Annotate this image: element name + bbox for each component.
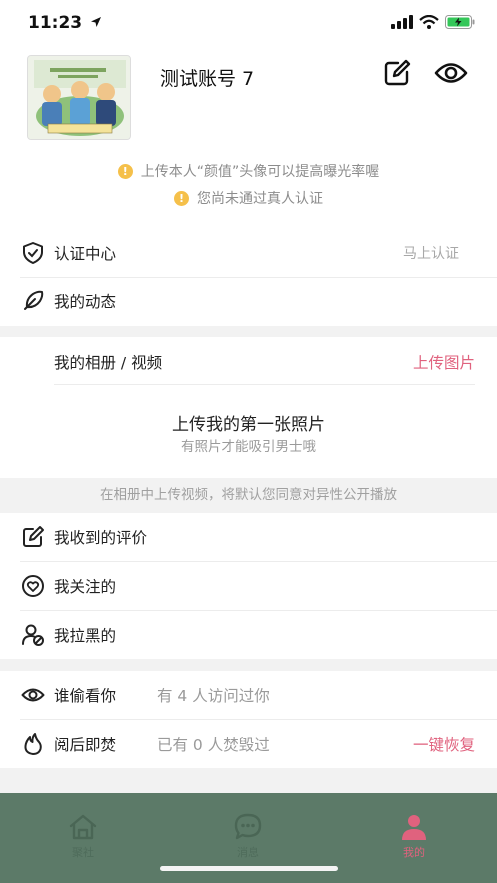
menu-item-label: 认证中心 xyxy=(54,245,117,263)
location-arrow-icon xyxy=(91,17,102,27)
album-empty-title[interactable]: 上传我的第一张照片 xyxy=(0,410,497,435)
section-gap xyxy=(0,659,497,671)
signal-icon xyxy=(391,15,413,29)
menu-item-blocked[interactable]: 我拉黑的 xyxy=(0,611,497,659)
edit-profile-button[interactable] xyxy=(382,58,412,88)
heart-circle-icon xyxy=(20,573,46,599)
video-notice: 在相册中上传视频，将默认您同意对异性公开播放 xyxy=(0,478,497,513)
avatar[interactable] xyxy=(27,55,131,140)
status-time: 11:23 xyxy=(28,13,102,33)
album-title: 我的相册 / 视频 xyxy=(54,354,163,372)
eye-icon xyxy=(20,682,46,708)
tab-home[interactable]: 聚社 xyxy=(43,813,123,860)
menu-item-label: 我关注的 xyxy=(54,578,117,596)
visitor-count: 有 4 人访问过你 xyxy=(157,687,270,705)
battery-icon xyxy=(445,15,475,29)
edit-square-icon xyxy=(20,524,46,550)
verification-tip: ! 您尚未通过真人认证 xyxy=(0,188,497,208)
tab-home-label: 聚社 xyxy=(72,846,94,859)
shield-check-icon xyxy=(20,240,46,266)
avatar-tip-text: 上传本人“颜值”头像可以提高曝光率喔 xyxy=(140,164,380,180)
status-bar: 11:23 xyxy=(0,0,497,48)
user-icon xyxy=(402,815,426,840)
verify-now-link[interactable]: 马上认证 xyxy=(403,243,459,263)
home-icon xyxy=(69,814,97,840)
warning-icon: ! xyxy=(117,164,133,179)
preview-button[interactable] xyxy=(434,58,468,88)
menu-item-label: 阅后即焚 xyxy=(54,736,117,754)
user-block-icon xyxy=(20,622,46,648)
edit-icon xyxy=(384,59,411,86)
menu-item-visitors[interactable]: 谁偷看你 有 4 人访问过你 xyxy=(0,671,497,719)
section-gap xyxy=(0,326,497,337)
menu-item-label: 我收到的评价 xyxy=(54,529,148,547)
menu-item-my-reviews[interactable]: 我收到的评价 xyxy=(0,513,497,561)
avatar-tip: ! 上传本人“颜值”头像可以提高曝光率喔 xyxy=(0,161,497,181)
upload-photo-button[interactable]: 上传图片 xyxy=(413,351,475,373)
profile-header: 测试账号 7 xyxy=(0,48,497,163)
menu-item-following[interactable]: 我关注的 xyxy=(0,562,497,610)
burned-count: 已有 0 人焚毁过 xyxy=(157,736,270,754)
feather-icon xyxy=(20,288,46,314)
menu-item-burn-after-reading[interactable]: 阅后即焚 已有 0 人焚毁过 一键恢复 xyxy=(0,720,497,768)
menu-item-label: 我的动态 xyxy=(54,293,117,311)
tab-messages-label: 消息 xyxy=(237,846,259,859)
flame-icon xyxy=(20,731,46,757)
home-indicator[interactable] xyxy=(160,866,338,871)
tab-mine-label: 我的 xyxy=(403,846,425,859)
divider xyxy=(54,384,475,385)
menu-item-verification-center[interactable]: 认证中心 马上认证 xyxy=(0,229,497,277)
avatar-image xyxy=(28,56,130,139)
tab-bar: 聚社 消息 我的 xyxy=(0,793,497,883)
warning-icon: ! xyxy=(174,191,189,206)
tab-messages[interactable]: 消息 xyxy=(208,813,288,860)
section-gap xyxy=(0,768,497,793)
verification-tip-text: 您尚未通过真人认证 xyxy=(197,191,323,207)
tab-mine[interactable]: 我的 xyxy=(374,813,454,860)
eye-icon xyxy=(434,63,468,83)
menu-item-my-posts[interactable]: 我的动态 xyxy=(0,277,497,325)
restore-all-button[interactable]: 一键恢复 xyxy=(413,733,475,755)
menu-item-label: 我拉黑的 xyxy=(54,627,117,645)
menu-item-label: 谁偷看你 xyxy=(54,687,117,705)
chat-icon xyxy=(234,813,262,840)
wifi-icon xyxy=(419,15,439,29)
username: 测试账号 7 xyxy=(160,68,255,90)
album-empty-subtitle: 有照片才能吸引男士哦 xyxy=(181,439,316,455)
